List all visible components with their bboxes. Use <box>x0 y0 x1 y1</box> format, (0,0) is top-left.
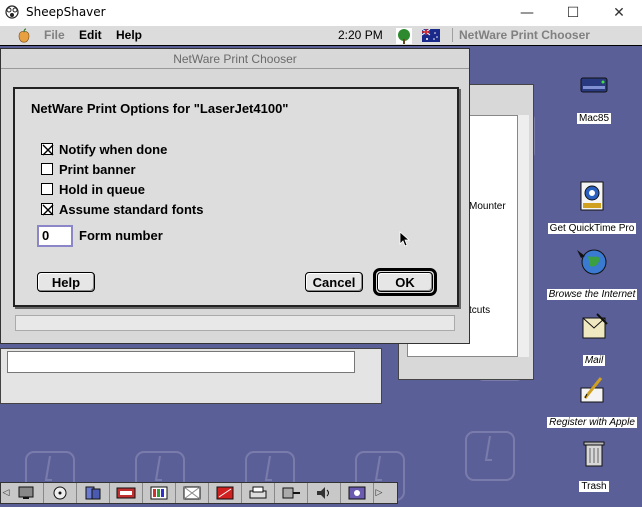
dialog-title: NetWare Print Options for "LaserJet4100" <box>31 101 289 116</box>
printer-control-icon[interactable] <box>242 483 275 503</box>
desktop-icon-label: Register with Apple <box>547 417 637 428</box>
host-window-title: SheepShaver <box>26 5 106 19</box>
checkbox-box[interactable] <box>41 143 54 156</box>
desktop-icon-register-with-apple[interactable]: Register with Apple <box>542 374 642 429</box>
desktop-icon-label: Browse the Internet <box>546 289 638 300</box>
checkbox-label: Notify when done <box>59 141 168 157</box>
register-icon <box>580 377 604 403</box>
checkmark-icon <box>42 144 54 156</box>
extensions-control-icon[interactable] <box>110 483 143 503</box>
desktop-pattern-icon <box>465 431 515 481</box>
cd-control-icon[interactable] <box>44 483 77 503</box>
hard-drive-icon <box>580 77 608 93</box>
chooser-bottom-panel <box>15 315 455 331</box>
monitors-control-icon[interactable] <box>11 483 44 503</box>
quicktime-icon <box>580 181 604 211</box>
keychain-control-icon[interactable] <box>209 483 242 503</box>
print-banner-checkbox[interactable]: Print banner <box>41 161 136 177</box>
mouse-cursor-icon <box>399 231 411 247</box>
menu-edit[interactable]: Edit <box>79 28 102 42</box>
minimize-button[interactable]: — <box>504 0 550 26</box>
netware-print-chooser-window[interactable]: NetWare Print Chooser NetWare Print Opti… <box>0 48 470 344</box>
menu-file[interactable]: File <box>44 28 65 42</box>
notify-when-done-checkbox[interactable]: Notify when done <box>41 141 167 157</box>
desktop-icon-mac85[interactable]: Mac85 <box>566 70 622 125</box>
desktop-icon-label: Mail <box>582 355 606 366</box>
ok-button[interactable]: OK <box>377 272 433 292</box>
desktop-icon-label: Trash <box>579 481 609 492</box>
lower-window-content <box>7 351 355 373</box>
control-strip-left-tab[interactable]: ◁ <box>1 483 11 503</box>
checkbox-label: Assume standard fonts <box>59 201 204 217</box>
mac-desktop: File Edit Help 2:20 PM NetWare Print Cho… <box>0 26 642 507</box>
control-strip-right-tab[interactable]: ▷ <box>374 483 384 503</box>
checkbox-box[interactable] <box>41 203 54 216</box>
background-window-scrollbar[interactable] <box>517 115 529 357</box>
print-options-dialog: NetWare Print Options for "LaserJet4100"… <box>13 87 459 307</box>
checkmark-icon <box>42 204 54 216</box>
apple-menu-icon[interactable] <box>16 28 32 44</box>
help-button[interactable]: Help <box>37 272 95 292</box>
menu-help[interactable]: Help <box>116 28 142 42</box>
background-item-label: tcuts <box>469 305 491 316</box>
desktop-icon-label: Mac85 <box>576 113 611 124</box>
hold-in-queue-checkbox[interactable]: Hold in queue <box>41 181 145 197</box>
web-sharing-control-icon[interactable] <box>341 483 374 503</box>
chooser-window-title: NetWare Print Chooser <box>173 52 297 66</box>
checkbox-label: Hold in queue <box>59 181 145 197</box>
checkbox-label: Print banner <box>59 161 136 177</box>
keyboard-layout-flag-icon[interactable] <box>422 29 440 42</box>
background-item-label: Mounter <box>469 201 506 212</box>
mail-icon <box>582 313 608 339</box>
desktop-icon-mail[interactable]: Mail <box>566 312 622 367</box>
desktop-icon-label: Get QuickTime Pro <box>547 223 637 234</box>
desktop-icon-trash[interactable]: Trash <box>566 438 622 493</box>
file-sharing-control-icon[interactable] <box>77 483 110 503</box>
close-button[interactable]: ✕ <box>596 0 642 26</box>
cancel-button[interactable]: Cancel <box>305 272 363 292</box>
desktop-icon-browse-the-internet[interactable]: Browse the Internet <box>542 246 642 301</box>
remote-access-control-icon[interactable] <box>275 483 308 503</box>
desktop-icon-get-quicktime-pro[interactable]: Get QuickTime Pro <box>544 180 640 235</box>
sheep-app-icon <box>5 5 19 19</box>
host-titlebar: SheepShaver — ☐ ✕ <box>0 0 642 26</box>
checkbox-box[interactable] <box>41 163 53 175</box>
tree-icon[interactable] <box>396 28 412 44</box>
chooser-titlebar[interactable]: NetWare Print Chooser <box>1 49 469 69</box>
assume-standard-fonts-checkbox[interactable]: Assume standard fonts <box>41 201 203 217</box>
control-strip: ◁ ▷ <box>0 482 398 504</box>
globe-icon <box>577 249 607 275</box>
mac-menubar: File Edit Help 2:20 PM NetWare Print Cho… <box>0 26 642 46</box>
lower-background-window[interactable] <box>0 348 382 404</box>
application-menu[interactable]: NetWare Print Chooser <box>452 28 590 42</box>
color-depth-control-icon[interactable] <box>143 483 176 503</box>
trash-icon <box>583 441 605 467</box>
menu-clock[interactable]: 2:20 PM <box>338 28 383 42</box>
resolution-control-icon[interactable] <box>176 483 209 503</box>
sound-control-icon[interactable] <box>308 483 341 503</box>
form-number-label: Form number <box>79 228 163 243</box>
maximize-button[interactable]: ☐ <box>550 0 596 26</box>
form-number-input[interactable]: 0 <box>37 225 73 247</box>
checkbox-box[interactable] <box>41 183 53 195</box>
